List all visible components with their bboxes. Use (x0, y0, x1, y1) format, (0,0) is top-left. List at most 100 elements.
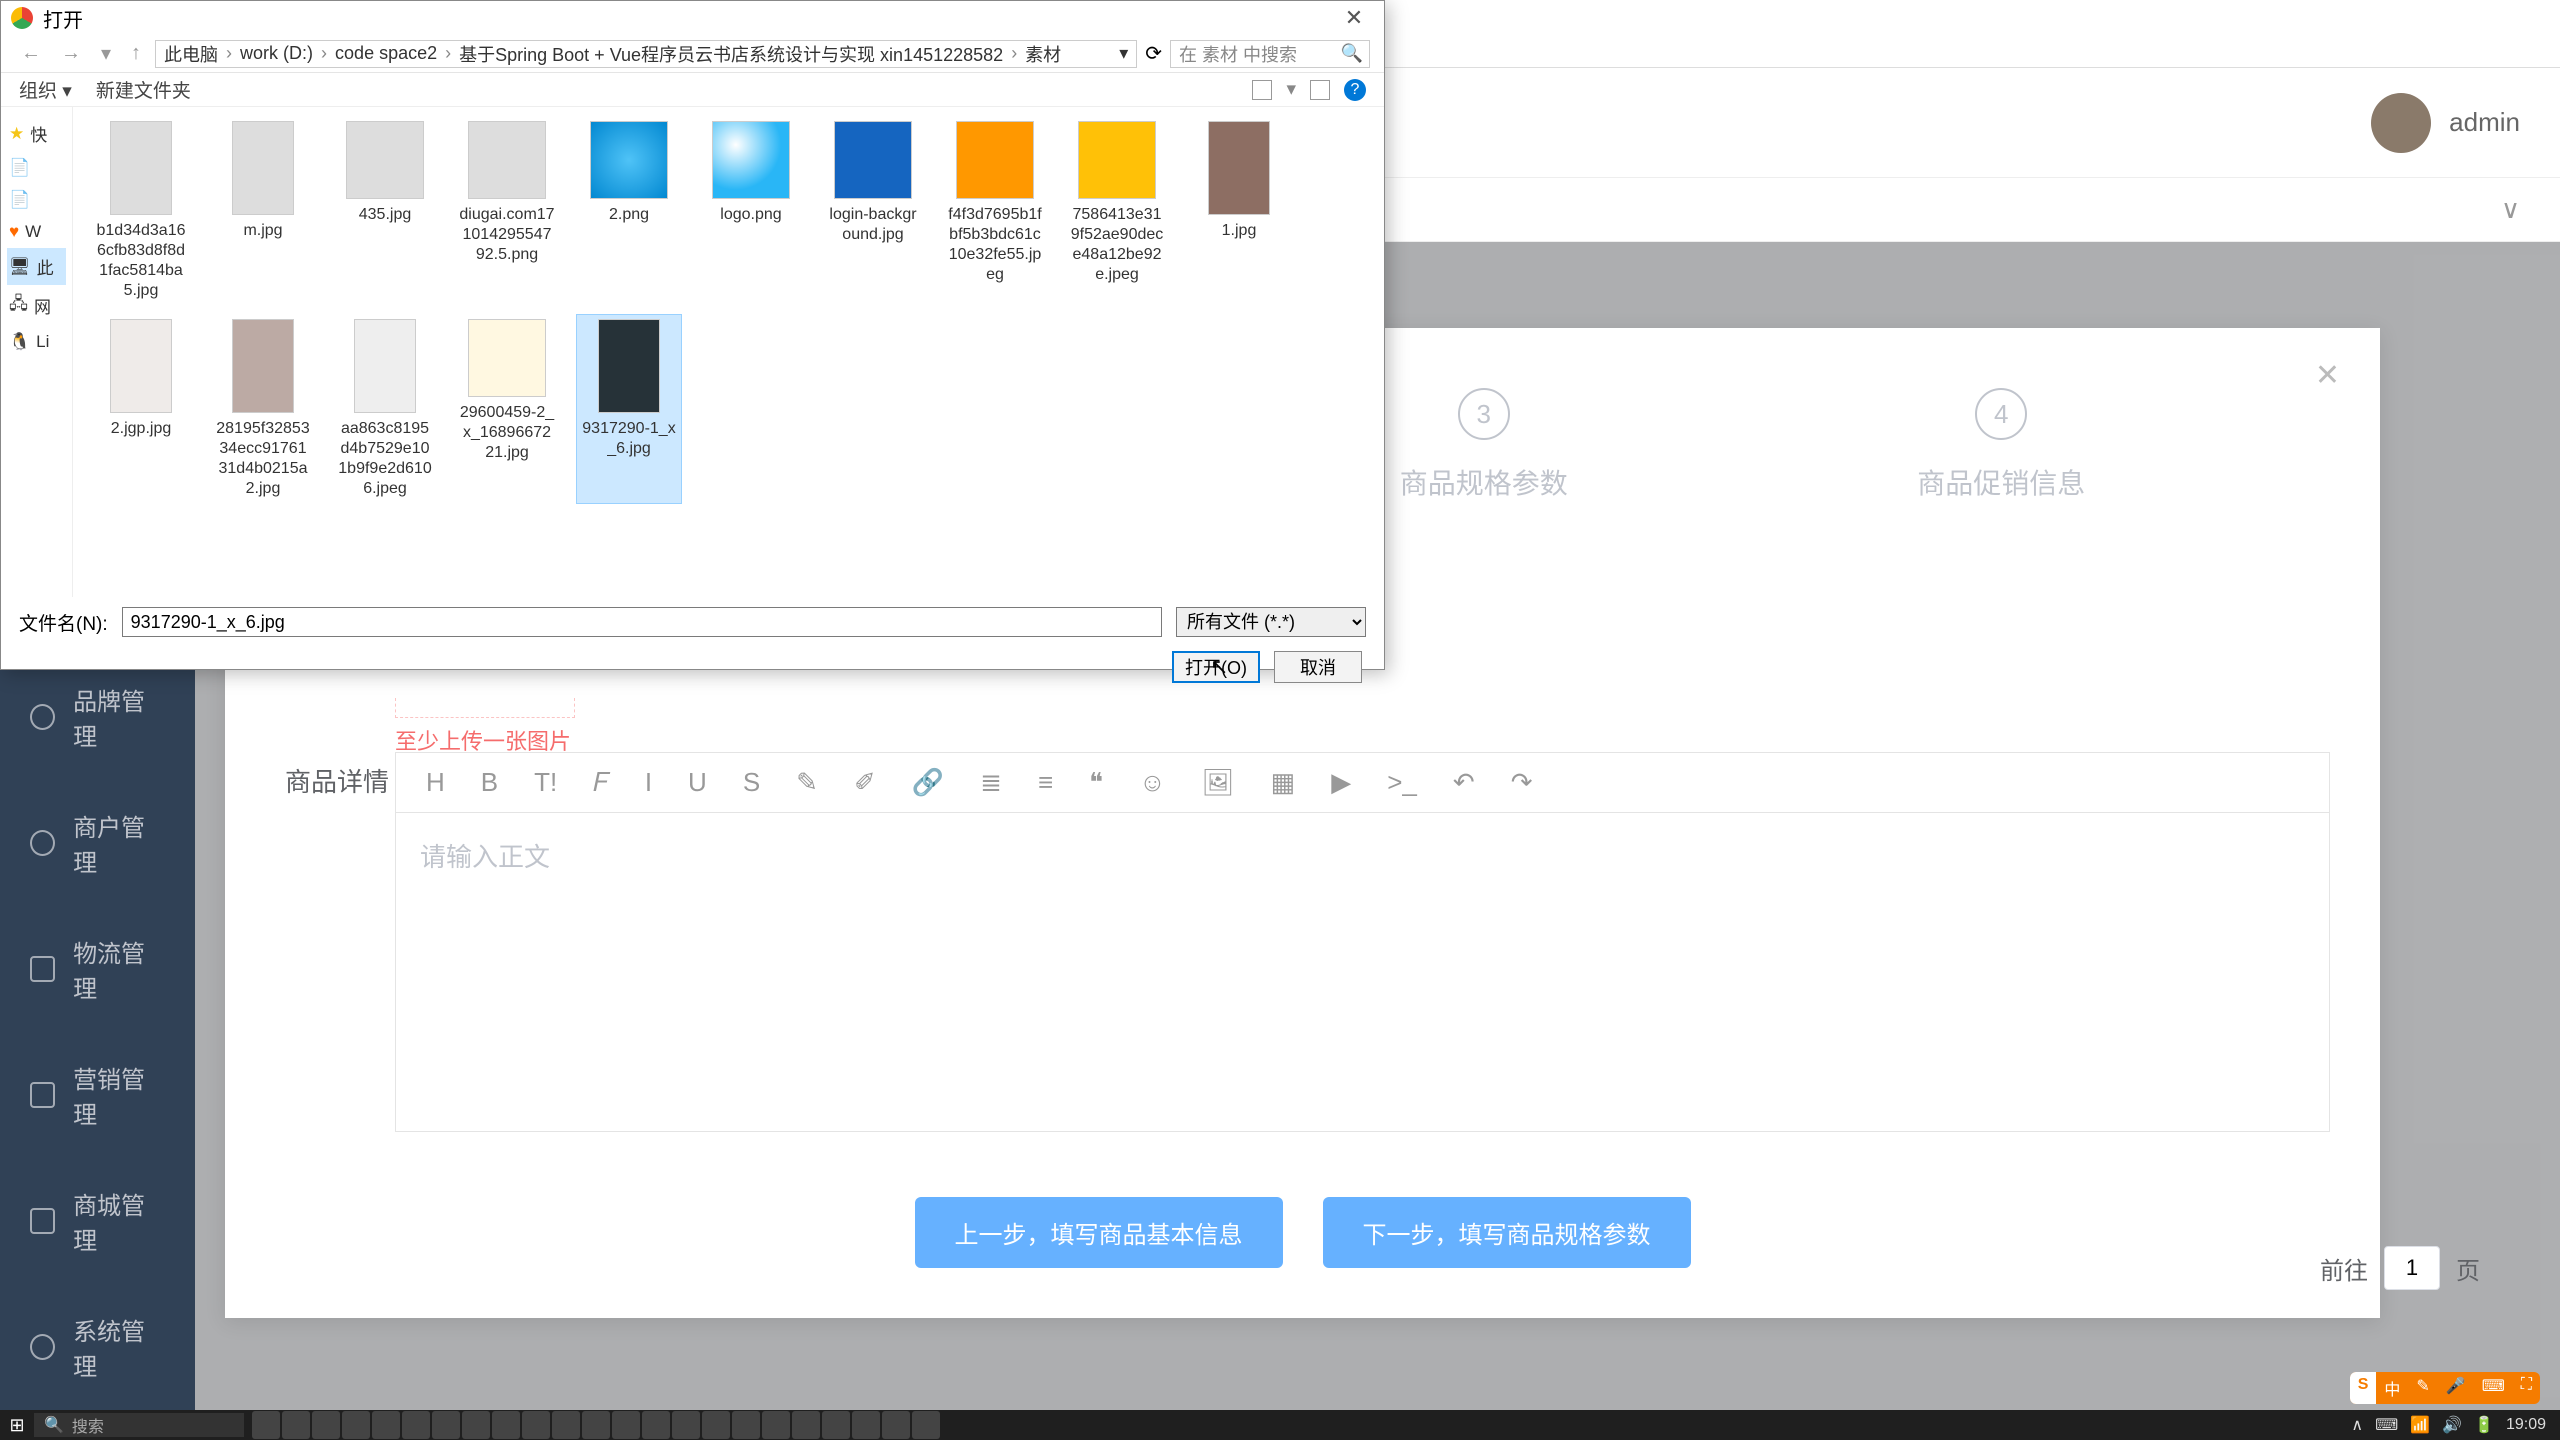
taskbar-app-icon[interactable] (762, 1411, 790, 1439)
ime-pen-icon[interactable]: ✎ (2408, 1372, 2437, 1404)
file-item[interactable]: logo.png (699, 117, 803, 305)
open-button[interactable]: 打开(O) (1172, 651, 1260, 683)
editor-body[interactable]: 请输入正文 (395, 812, 2330, 1132)
nav-back-icon[interactable]: ← (15, 42, 47, 65)
side-item[interactable]: ♥W (7, 216, 66, 248)
user-menu[interactable]: admin (2371, 93, 2520, 153)
taskbar-app-icon[interactable] (612, 1411, 640, 1439)
file-item[interactable]: f4f3d7695b1fbf5b3bdc61c10e32fe55.jpeg (943, 117, 1047, 305)
file-item[interactable]: 28195f3285334ecc9176131d4b0215a2.jpg (211, 315, 315, 503)
file-item[interactable]: diugai.com17101429554792.5.png (455, 117, 559, 305)
file-item[interactable]: 7586413e319f52ae90dece48a12be92e.jpeg (1065, 117, 1169, 305)
expand-icon[interactable]: ∨ (2501, 194, 2520, 225)
ime-toolbar[interactable]: S 中 ✎ 🎤 ⌨ ⛶ (2350, 1372, 2540, 1404)
dialog-close-button[interactable]: ✕ (1334, 5, 1374, 31)
taskbar-app-icon[interactable] (522, 1411, 550, 1439)
tray-volume-icon[interactable]: 🔊 (2442, 1415, 2462, 1435)
tb-emoji[interactable]: ☺ (1139, 767, 1166, 798)
taskbar-app-icon[interactable] (432, 1411, 460, 1439)
tray-clock[interactable]: 19:09 (2506, 1416, 2546, 1434)
tb-undo[interactable]: ↶ (1453, 767, 1475, 798)
taskbar-app-icon[interactable] (642, 1411, 670, 1439)
ime-lang[interactable]: 中 (2376, 1372, 2408, 1404)
tb-redo[interactable]: ↷ (1511, 767, 1533, 798)
tb-underline[interactable]: U (688, 767, 707, 798)
nav-up-icon[interactable]: ↑ (125, 42, 147, 65)
view-mode-icon[interactable] (1252, 80, 1272, 100)
file-item[interactable]: b1d34d3a166cfb83d8f8d1fac5814ba5.jpg (89, 117, 193, 305)
filetype-select[interactable]: 所有文件 (*.*) (1176, 607, 1366, 637)
side-item[interactable]: 📄 (7, 184, 66, 216)
next-step-button[interactable]: 下一步，填写商品规格参数 (1323, 1197, 1691, 1268)
new-folder-button[interactable]: 新建文件夹 (96, 76, 191, 103)
tb-strike[interactable]: S (743, 767, 760, 798)
taskbar-app-icon[interactable] (792, 1411, 820, 1439)
breadcrumb[interactable]: 此电脑› work (D:)› code space2› 基于Spring Bo… (155, 40, 1137, 68)
tb-fgcolor[interactable]: ✎ (796, 767, 818, 798)
tray-battery-icon[interactable]: 🔋 (2474, 1415, 2494, 1435)
sidebar-item-marketing[interactable]: 营销管理 (0, 1032, 195, 1158)
file-item[interactable]: aa863c8195d4b7529e101b9f9e2d6106.jpeg (333, 315, 437, 503)
taskbar-app-icon[interactable] (822, 1411, 850, 1439)
side-quick[interactable]: ★快 (7, 115, 66, 152)
crumb[interactable]: 素材 (1025, 41, 1061, 67)
ime-keyboard-icon[interactable]: ⌨ (2474, 1372, 2513, 1404)
taskbar-app-icon[interactable] (702, 1411, 730, 1439)
taskbar-app-icon[interactable] (312, 1411, 340, 1439)
crumb[interactable]: code space2 (335, 43, 437, 64)
tray-ime-icon[interactable]: ⌨ (2375, 1415, 2398, 1435)
nav-forward-icon[interactable]: → (55, 42, 87, 65)
taskbar-app-icon[interactable] (582, 1411, 610, 1439)
taskbar-app-icon[interactable] (852, 1411, 880, 1439)
sidebar-item-merchant[interactable]: 商户管理 (0, 780, 195, 906)
taskbar-app-icon[interactable] (492, 1411, 520, 1439)
help-icon[interactable]: ? (1344, 79, 1366, 101)
tb-heading[interactable]: H (426, 767, 445, 798)
tb-font[interactable]: 𝐹 (593, 767, 609, 799)
crumb[interactable]: work (D:) (240, 43, 313, 64)
side-network[interactable]: 🖧网 (7, 285, 66, 326)
sidebar-item-mall[interactable]: 商城管理 (0, 1158, 195, 1284)
file-item[interactable]: 1.jpg (1187, 117, 1291, 305)
filename-input[interactable] (122, 607, 1162, 637)
file-item[interactable]: 435.jpg (333, 117, 437, 305)
tb-table[interactable]: ▦ (1271, 767, 1296, 798)
tb-fontsize[interactable]: T! (534, 767, 557, 798)
taskbar-app-icon[interactable] (402, 1411, 430, 1439)
ime-expand-icon[interactable]: ⛶ (2513, 1372, 2540, 1404)
tb-image[interactable]: 🖼 (1202, 767, 1235, 798)
taskbar-app-icon[interactable] (672, 1411, 700, 1439)
organize-menu[interactable]: 组织 ▾ (19, 76, 72, 103)
tb-list[interactable]: ≣ (980, 767, 1002, 798)
sidebar-item-logistics[interactable]: 物流管理 (0, 906, 195, 1032)
tb-align[interactable]: ≡ (1038, 767, 1053, 798)
modal-close-button[interactable]: ✕ (2315, 358, 2340, 393)
taskbar-search[interactable]: 🔍 搜索 (34, 1413, 244, 1437)
path-dropdown-icon[interactable]: ▾ (1119, 43, 1128, 64)
taskbar-app-icon[interactable] (882, 1411, 910, 1439)
file-item[interactable]: 2.png (577, 117, 681, 305)
taskbar-app-icon[interactable] (462, 1411, 490, 1439)
taskbar-app-icon[interactable] (912, 1411, 940, 1439)
taskbar-app-icon[interactable] (372, 1411, 400, 1439)
tb-code[interactable]: >_ (1387, 767, 1417, 798)
tray-chevron-icon[interactable]: ∧ (2351, 1415, 2363, 1435)
taskbar-app-icon[interactable] (342, 1411, 370, 1439)
crumb[interactable]: 此电脑 (164, 41, 218, 67)
tb-video[interactable]: ▶ (1331, 767, 1351, 798)
tb-quote[interactable]: ❝ (1089, 767, 1103, 798)
preview-pane-icon[interactable] (1310, 80, 1330, 100)
sidebar-item-system[interactable]: 系统管理 (0, 1284, 195, 1410)
taskbar-app-icon[interactable] (732, 1411, 760, 1439)
file-item[interactable]: m.jpg (211, 117, 315, 305)
side-thispc[interactable]: 🖥此 (7, 248, 66, 285)
file-item[interactable]: login-background.jpg (821, 117, 925, 305)
file-item-selected[interactable]: 9317290-1_x_6.jpg (577, 315, 681, 503)
cancel-button[interactable]: 取消 (1274, 651, 1362, 683)
file-item[interactable]: 2.jgp.jpg (89, 315, 193, 503)
taskbar-app-icon[interactable] (252, 1411, 280, 1439)
taskbar-app-icon[interactable] (552, 1411, 580, 1439)
crumb[interactable]: 基于Spring Boot + Vue程序员云书店系统设计与实现 xin1451… (459, 41, 1003, 67)
tray-wifi-icon[interactable]: 📶 (2410, 1415, 2430, 1435)
file-item[interactable]: 29600459-2_x_1689667221.jpg (455, 315, 559, 503)
